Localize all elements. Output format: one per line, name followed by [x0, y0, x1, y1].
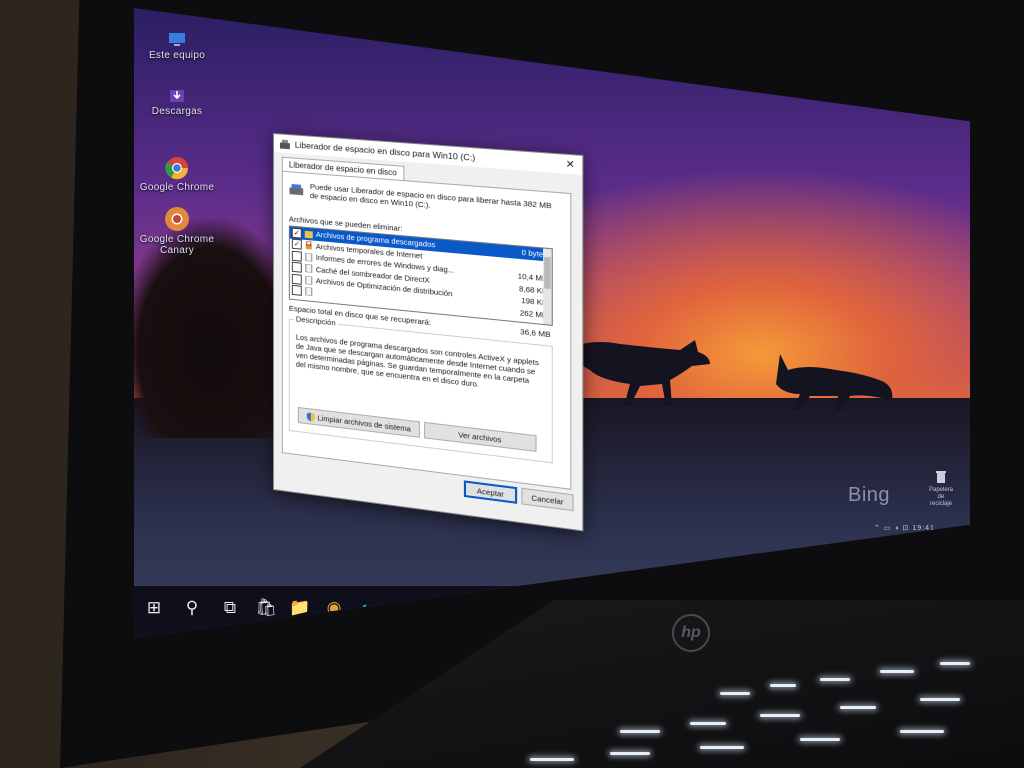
uac-shield-icon [306, 411, 314, 421]
key-backlight [820, 678, 850, 681]
store-icon[interactable]: 🛍 [254, 596, 278, 620]
desktop-icon-chrome-canary[interactable]: Google Chrome Canary [134, 206, 222, 256]
checkbox[interactable] [292, 285, 302, 296]
file-icon [305, 253, 313, 262]
ok-button[interactable]: Aceptar [464, 480, 517, 503]
desktop-icon-label: Descargas [152, 106, 203, 117]
file-icon [305, 264, 313, 273]
key-backlight [900, 730, 944, 733]
desktop-icon-downloads[interactable]: Descargas [134, 86, 222, 117]
checkbox[interactable] [292, 274, 302, 285]
key-backlight [770, 684, 796, 687]
search-icon[interactable]: ⚲ [180, 596, 204, 620]
hp-logo: hp [672, 614, 710, 652]
desktop-icon-label: Este equipo [149, 50, 205, 61]
intro-text: Puede usar Liberador de espacio en disco… [310, 182, 562, 221]
scrollbar-thumb[interactable] [544, 257, 551, 289]
total-value: 36,6 MB [520, 327, 551, 340]
desktop-icon-this-pc[interactable]: Este equipo [134, 32, 222, 61]
key-backlight [610, 752, 650, 755]
clean-system-files-button[interactable]: Limpiar archivos de sistema [298, 407, 420, 438]
key-backlight [720, 692, 750, 695]
list-scrollbar[interactable] [543, 248, 552, 324]
disk-cleanup-dialog: Liberador de espacio en disco para Win10… [273, 133, 583, 531]
key-backlight [800, 738, 840, 741]
wallpaper-fox-left [560, 330, 720, 410]
checkbox[interactable] [292, 262, 302, 273]
desktop-icon-label: Google Chrome Canary [140, 234, 215, 256]
key-backlight [880, 670, 914, 673]
clean-system-files-label: Limpiar archivos de sistema [317, 413, 410, 433]
desktop-icon-recycle-bin[interactable]: Papelera de reciclaje [926, 470, 956, 508]
downloads-folder-icon [168, 86, 186, 104]
tray-icons: ⌃ ▭ ◑ ⊡ [874, 525, 912, 532]
windows-start-icon[interactable]: ⊞ [142, 596, 166, 620]
checkbox[interactable]: ✓ [292, 227, 302, 238]
cancel-button[interactable]: Cancelar [521, 488, 573, 511]
key-backlight [620, 730, 660, 733]
key-backlight [840, 706, 876, 709]
recycle-bin-icon [935, 470, 947, 484]
view-files-button[interactable]: Ver archivos [424, 422, 536, 452]
close-button[interactable]: ✕ [558, 154, 582, 175]
intro-section: Puede usar Liberador de espacio en disco… [289, 180, 562, 220]
key-backlight [700, 746, 744, 749]
tab-panel: Puede usar Liberador de espacio en disco… [282, 171, 571, 490]
task-view-icon[interactable]: ⧉ [218, 596, 242, 620]
computer-icon [168, 32, 186, 48]
disk-cleanup-icon [280, 139, 290, 149]
key-backlight [530, 758, 574, 761]
file-icon [305, 287, 313, 296]
key-backlight [690, 722, 726, 725]
file-icon [305, 276, 313, 285]
checkbox[interactable] [292, 250, 302, 261]
desktop-icon-label: Google Chrome [140, 182, 215, 193]
bing-watermark: Bing [848, 484, 890, 507]
lock-icon [305, 241, 313, 250]
checkbox[interactable]: ✓ [292, 239, 302, 250]
key-backlight [760, 714, 800, 717]
desktop-icon-label: Papelera de reciclaje [926, 487, 956, 508]
drive-icon [289, 180, 304, 199]
description-group: Descripción Los archivos de programa des… [289, 319, 553, 464]
chrome-canary-icon [164, 206, 190, 232]
key-backlight [920, 698, 960, 701]
description-text: Los archivos de programa descargados son… [296, 332, 541, 396]
desktop-icon-google-chrome[interactable]: Google Chrome [134, 156, 222, 193]
folder-icon [305, 230, 313, 239]
key-backlight [940, 662, 970, 665]
wallpaper-fox-right [766, 344, 896, 414]
chrome-icon [165, 156, 189, 180]
